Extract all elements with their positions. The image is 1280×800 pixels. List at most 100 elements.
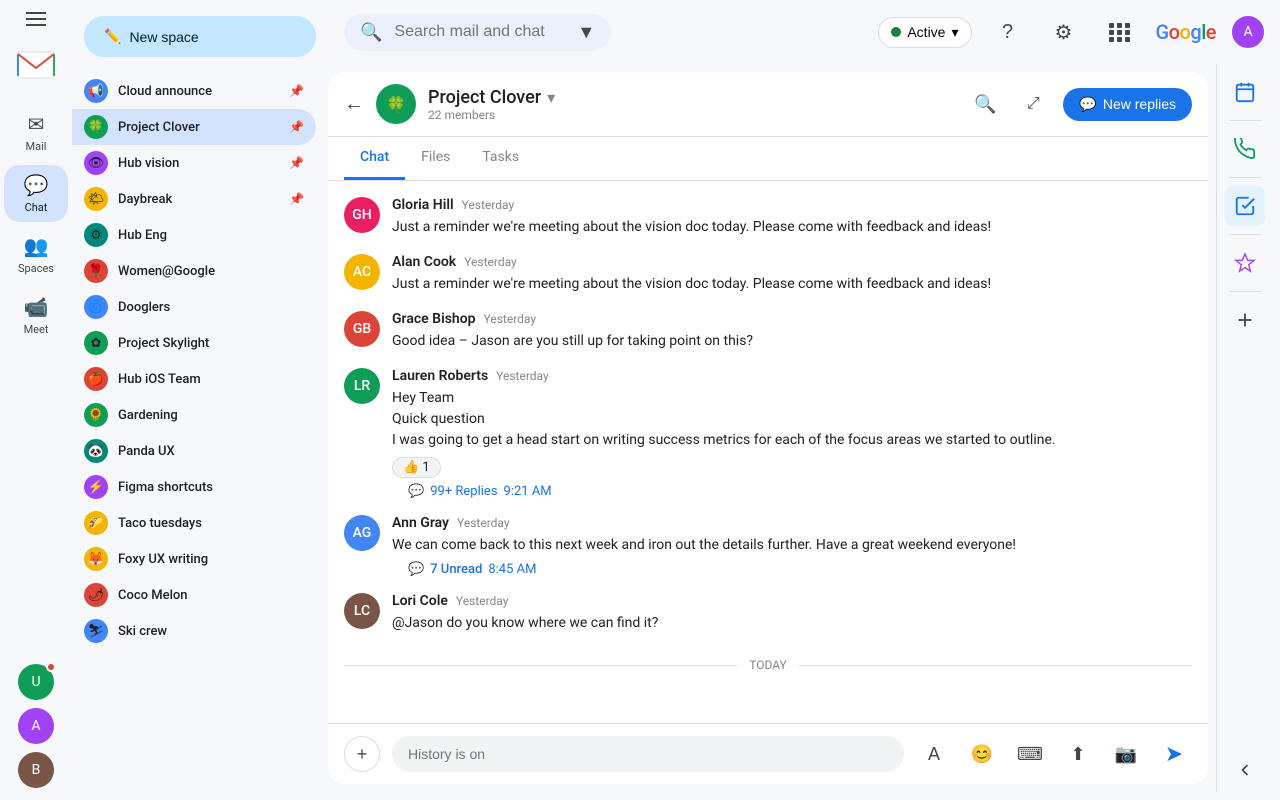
- hub-eng-label: Hub Eng: [118, 228, 304, 243]
- new-space-label: New space: [129, 29, 198, 45]
- ski-label: Ski crew: [118, 624, 304, 639]
- nav-item-spaces[interactable]: 👥 Spaces: [4, 226, 68, 283]
- sidebar-item-coco[interactable]: 🌶 Coco Melon: [72, 577, 316, 613]
- sidebar-item-gardening[interactable]: 🌻 Gardening: [72, 397, 316, 433]
- chat-search-button[interactable]: 🔍: [967, 86, 1003, 122]
- video-button[interactable]: 📷: [1108, 736, 1144, 772]
- message-ann-gray: AG Ann Gray Yesterday We can come back t…: [344, 515, 1192, 577]
- sidebar-item-foxy[interactable]: 🦊 Foxy UX writing: [72, 541, 316, 577]
- status-indicator: [891, 27, 901, 37]
- msg-time-gloria: Yesterday: [462, 198, 515, 212]
- send-icon: ➤: [1165, 741, 1183, 767]
- reply-icon: 💬: [1079, 96, 1096, 113]
- search-bar[interactable]: 🔍 ▼: [344, 14, 611, 51]
- sidebar-item-hub-ios[interactable]: 🍎 Hub iOS Team: [72, 361, 316, 397]
- search-input[interactable]: [394, 23, 565, 41]
- sidebar-item-daybreak[interactable]: 🌤 Daybreak 📌: [72, 181, 316, 217]
- send-button[interactable]: ➤: [1156, 736, 1192, 772]
- msg-content-lauren: Lauren Roberts Yesterday Hey Team Quick …: [392, 368, 1192, 499]
- calendar-panel-icon[interactable]: [1225, 72, 1265, 112]
- user-avatar-1[interactable]: U: [18, 664, 54, 700]
- title-dropdown-icon[interactable]: ▾: [547, 88, 555, 107]
- sidebar-item-dooglers[interactable]: 🌀 Dooglers: [72, 289, 316, 325]
- ai-panel-icon[interactable]: [1225, 243, 1265, 283]
- figma-label: Figma shortcuts: [118, 480, 304, 495]
- project-clover-label: Project Clover: [118, 120, 279, 135]
- tasks-panel-icon[interactable]: [1225, 186, 1265, 226]
- add-panel-icon[interactable]: [1225, 300, 1265, 340]
- keyboard-button[interactable]: ⌨: [1012, 736, 1048, 772]
- upload-icon: ⬆: [1070, 744, 1085, 765]
- taco-label: Taco tuesdays: [118, 516, 304, 531]
- dooglers-icon: 🌀: [84, 295, 108, 319]
- sidebar-item-figma[interactable]: ⚡ Figma shortcuts: [72, 469, 316, 505]
- nav-item-chat[interactable]: 💬 Chat: [4, 165, 68, 222]
- search-dropdown-btn[interactable]: ▼: [577, 22, 595, 43]
- google-wordmark: Google: [1156, 20, 1217, 44]
- figma-icon: ⚡: [84, 475, 108, 499]
- replies-time-lauren: 9:21 AM: [504, 484, 552, 499]
- new-replies-button[interactable]: 💬 New replies: [1063, 88, 1192, 121]
- tab-chat[interactable]: Chat: [344, 137, 405, 180]
- hamburger-menu[interactable]: [26, 8, 46, 30]
- message-input[interactable]: [392, 736, 904, 772]
- tab-tasks[interactable]: Tasks: [466, 137, 535, 180]
- msg-time-ann: Yesterday: [457, 516, 510, 530]
- video-icon: 📷: [1115, 744, 1137, 765]
- account-avatar[interactable]: A: [1232, 16, 1264, 48]
- hub-ios-icon: 🍎: [84, 367, 108, 391]
- replies-lauren[interactable]: 💬 99+ Replies 9:21 AM: [392, 484, 1192, 499]
- expand-button[interactable]: ⤢: [1015, 86, 1051, 122]
- msg-text-lauren-1: Hey Team: [392, 388, 1192, 409]
- format-text-button[interactable]: A: [916, 736, 952, 772]
- nav-item-mail[interactable]: ✉ Mail: [4, 104, 68, 161]
- chat-members: 22 members: [428, 108, 955, 122]
- user-avatar-3[interactable]: B: [18, 752, 54, 788]
- panda-ux-icon: 🐼: [84, 439, 108, 463]
- apps-icon: [1109, 23, 1131, 42]
- emoji-button[interactable]: 😊: [964, 736, 1000, 772]
- meet-icon: 📹: [24, 295, 49, 319]
- sidebar-item-panda-ux[interactable]: 🐼 Panda UX: [72, 433, 316, 469]
- msg-time-grace: Yesterday: [484, 312, 537, 326]
- messages-list: GH Gloria Hill Yesterday Just a reminder…: [328, 181, 1208, 723]
- today-label: TODAY: [749, 658, 787, 672]
- sidebar-item-hub-eng[interactable]: ⚙ Hub Eng: [72, 217, 316, 253]
- today-divider: TODAY: [344, 658, 1192, 672]
- upload-button[interactable]: ⬆: [1060, 736, 1096, 772]
- mail-icon: ✉: [28, 112, 45, 136]
- sidebar-item-hub-vision[interactable]: 👁 Hub vision 📌: [72, 145, 316, 181]
- sidebar-item-cloud-announce[interactable]: 📢 Cloud announce 📌: [72, 73, 316, 109]
- cloud-announce-label: Cloud announce: [118, 84, 279, 99]
- status-button[interactable]: Active ▾: [878, 17, 971, 48]
- msg-text-alan: Just a reminder we're meeting about the …: [392, 274, 1192, 295]
- sidebar-item-project-skylight[interactable]: ✿ Project Skylight: [72, 325, 316, 361]
- gmail-logo[interactable]: [16, 50, 56, 84]
- collapse-button[interactable]: [1227, 752, 1263, 792]
- sidebar-item-project-clover[interactable]: 🍀 Project Clover 📌: [72, 109, 316, 145]
- phone-panel-icon[interactable]: [1225, 129, 1265, 169]
- msg-text-grace: Good idea – Jason are you still up for t…: [392, 331, 1192, 352]
- help-button[interactable]: ?: [988, 12, 1028, 52]
- hub-eng-icon: ⚙: [84, 223, 108, 247]
- sidebar-item-taco[interactable]: 🌮 Taco tuesdays: [72, 505, 316, 541]
- sidebar-item-women-google[interactable]: 🌹 Women@Google: [72, 253, 316, 289]
- back-button[interactable]: ←: [344, 93, 364, 116]
- chat-header: ← 🍀 Project Clover ▾ 22 members 🔍 ⤢ 💬 Ne…: [328, 72, 1208, 137]
- user-avatar-2[interactable]: A: [18, 708, 54, 744]
- new-space-button[interactable]: ✏️ New space: [84, 16, 316, 57]
- replies-ann[interactable]: 💬 7 Unread 8:45 AM: [392, 562, 1192, 577]
- nav-item-meet[interactable]: 📹 Meet: [4, 287, 68, 344]
- reaction-thumbsup[interactable]: 👍 1: [392, 457, 441, 478]
- emoji-icon: 😊: [971, 744, 993, 765]
- chat-icon: 💬: [24, 173, 49, 197]
- sidebar-item-ski[interactable]: ⛷ Ski crew: [72, 613, 316, 649]
- add-content-button[interactable]: +: [344, 736, 380, 772]
- apps-button[interactable]: [1100, 12, 1140, 52]
- msg-time-lori: Yesterday: [456, 594, 509, 608]
- settings-button[interactable]: ⚙: [1044, 12, 1084, 52]
- right-panel-divider-4: [1229, 291, 1261, 292]
- nav-mail-label: Mail: [26, 140, 47, 153]
- tab-files[interactable]: Files: [405, 137, 466, 180]
- msg-header-grace: Grace Bishop Yesterday: [392, 311, 1192, 327]
